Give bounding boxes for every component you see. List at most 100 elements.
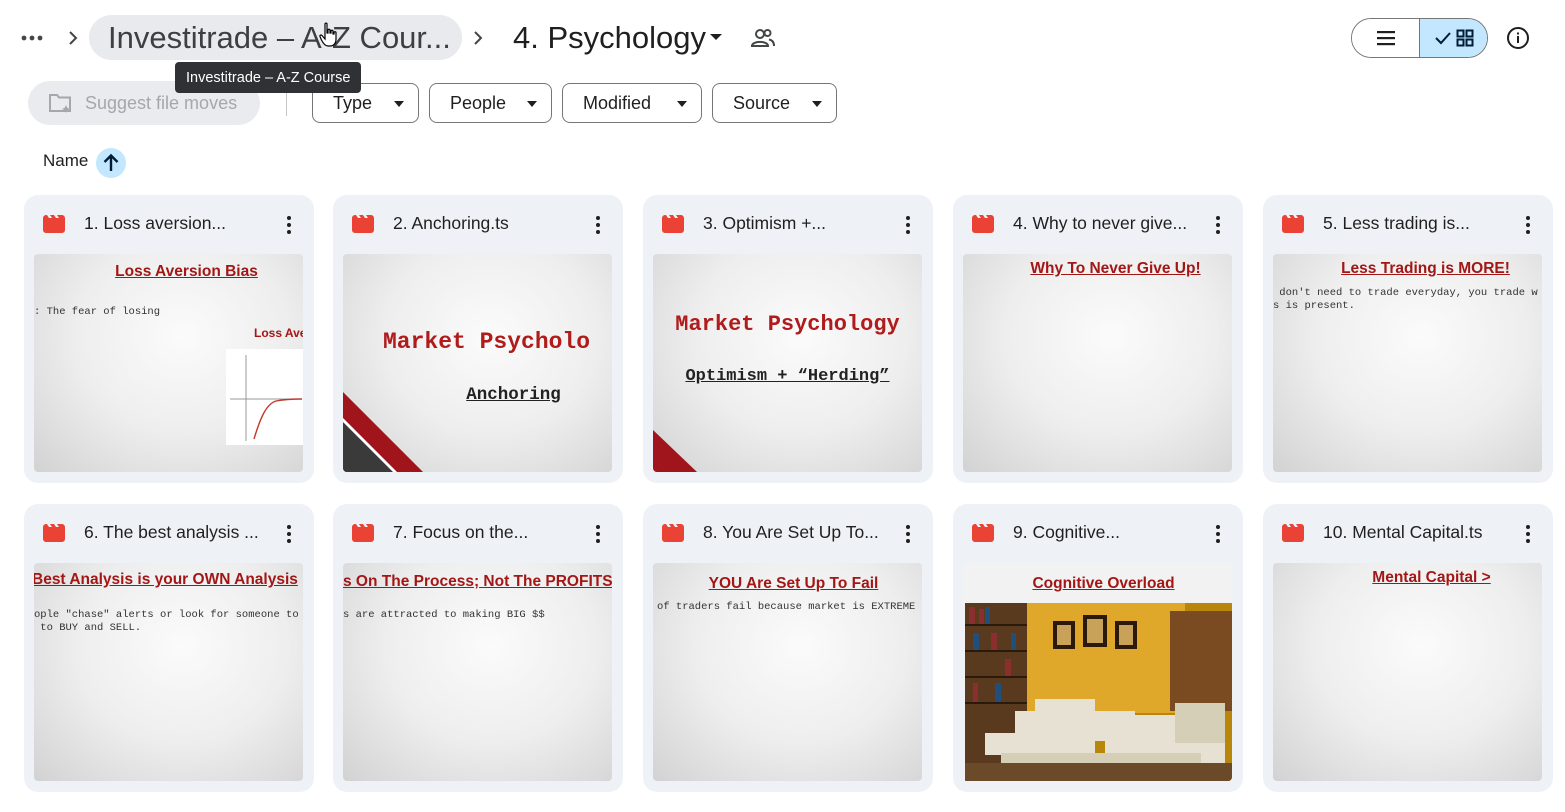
more-actions-button[interactable] [1517,522,1539,546]
file-card-header: 10. Mental Capital.ts [1263,504,1553,562]
file-card-header: 7. Focus on the... [333,504,623,562]
more-actions-button[interactable] [897,213,919,237]
file-card[interactable]: 6. The best analysis ... Best Analysis i… [24,504,314,792]
file-card[interactable]: 8. You Are Set Up To... YOU Are Set Up T… [643,504,933,792]
slide-title: Market Psychology [675,312,900,337]
slide-title: Best Analysis is your OWN Analysis [34,571,298,588]
file-card-header: 3. Optimism +... [643,195,933,253]
file-card[interactable]: 10. Mental Capital.ts Mental Capital > [1263,504,1553,792]
file-name: 8. You Are Set Up To... [703,522,879,542]
more-actions-button[interactable] [1517,213,1539,237]
people-filter-chip[interactable]: People [429,83,552,123]
file-thumbnail[interactable]: Mental Capital > [1273,563,1542,781]
file-card-header: 9. Cognitive... [953,504,1243,562]
video-file-icon [662,215,684,233]
divider [286,90,287,116]
cluttered-room-photo [965,603,1232,781]
breadcrumb-tooltip: Investitrade – A-Z Course [175,62,362,93]
more-actions-button[interactable] [1207,213,1229,237]
breadcrumb-current-label: 4. Psychology [513,19,706,55]
file-card-header: 6. The best analysis ... [24,504,314,562]
slide-title: Cognitive Overload [1032,575,1175,592]
file-thumbnail[interactable]: s On The Process; Not The PROFITS s are … [343,563,612,781]
video-file-icon [972,524,994,542]
video-file-icon [972,215,994,233]
more-actions-button[interactable] [587,213,609,237]
view-toggle [1351,18,1488,58]
file-name: 9. Cognitive... [1013,522,1120,542]
sort-direction-button[interactable] [96,148,126,178]
modified-filter-chip[interactable]: Modified [562,83,702,123]
arrow-up-icon [103,153,119,171]
chip-label: Type [333,92,373,113]
file-name: 1. Loss aversion... [84,213,227,233]
tooltip-text: Investitrade – A-Z Course [186,69,351,86]
file-name: 6. The best analysis ... [84,522,259,542]
file-thumbnail[interactable]: Market Psycholo Anchoring [343,254,612,472]
slide-corner-decoration [343,392,423,472]
video-file-icon [1282,215,1304,233]
file-card-header: 1. Loss aversion... [24,195,314,253]
file-name: 7. Focus on the... [393,522,529,542]
chevron-right-icon [469,26,487,50]
more-actions-button[interactable] [587,522,609,546]
more-breadcrumbs-button[interactable] [16,22,48,54]
breadcrumb-parent-folder[interactable]: Investitrade – A-Z Cour... [89,15,462,60]
file-card[interactable]: 7. Focus on the... s On The Process; Not… [333,504,623,792]
grid-view-button[interactable] [1420,19,1487,57]
slide-title: Loss Aversion Bias [115,263,258,280]
file-thumbnail[interactable]: YOU Are Set Up To Fail of traders fail b… [653,563,922,781]
breadcrumb-current-folder[interactable]: 4. Psychology [513,15,706,60]
info-icon [1507,27,1529,49]
sort-by-name-label[interactable]: Name [43,151,88,171]
file-thumbnail[interactable]: Loss Aversion Bias : The fear of losing … [34,254,303,472]
slide-text: don't need to trade everyday, you trade … [1273,287,1538,312]
file-thumbnail[interactable]: Market Psychology Optimism + “Herding” [653,254,922,472]
file-thumbnail[interactable]: Cognitive Overload [963,563,1232,781]
file-name: 2. Anchoring.ts [393,213,509,233]
more-actions-button[interactable] [278,522,300,546]
more-actions-button[interactable] [278,213,300,237]
video-file-icon [43,215,65,233]
details-button[interactable] [1502,22,1534,54]
slide-corner-decoration [653,430,697,472]
breadcrumb-parent-label: Investitrade – A-Z Cour... [108,19,451,55]
file-card[interactable]: 5. Less trading is... Less Trading is MO… [1263,195,1553,483]
list-view-button[interactable] [1352,19,1420,57]
slide-chart [226,349,303,445]
file-thumbnail[interactable]: Best Analysis is your OWN Analysis ople … [34,563,303,781]
caret-down-icon [394,101,404,107]
slide-subtitle: Optimism + “Herding” [685,367,890,386]
chevron-right-icon [64,26,82,50]
more-actions-button[interactable] [1207,522,1229,546]
file-card-header: 8. You Are Set Up To... [643,504,933,562]
file-card[interactable]: 2. Anchoring.ts Market Psycholo Anchorin… [333,195,623,483]
caret-down-icon [812,101,822,107]
file-card-header: 5. Less trading is... [1263,195,1553,253]
video-file-icon [43,524,65,542]
source-filter-chip[interactable]: Source [712,83,837,123]
file-card[interactable]: 3. Optimism +... Market Psychology Optim… [643,195,933,483]
suggest-file-moves-label: Suggest file moves [85,92,238,113]
slide-title: s On The Process; Not The PROFITS [343,573,612,590]
slide-title: Mental Capital > [1372,569,1491,586]
file-thumbnail[interactable]: Why To Never Give Up! [963,254,1232,472]
shared-people-icon[interactable] [749,24,777,52]
chip-label: Source [733,92,791,113]
list-icon [1376,31,1395,46]
slide-text: : The fear of losing [34,306,161,318]
slide-title: YOU Are Set Up To Fail [708,575,879,592]
file-card[interactable]: 1. Loss aversion... Loss Aversion Bias :… [24,195,314,483]
more-actions-button[interactable] [897,522,919,546]
chip-label: Modified [583,92,652,113]
file-name: 4. Why to never give... [1013,213,1188,233]
caret-down-icon [677,101,687,107]
slide-text: s are attracted to making BIG $$ [343,609,545,621]
video-file-icon [352,215,374,233]
caret-down-icon[interactable] [707,28,725,46]
file-card[interactable]: 4. Why to never give... Why To Never Giv… [953,195,1243,483]
video-file-icon [1282,524,1304,542]
file-thumbnail[interactable]: Less Trading is MORE! don't need to trad… [1273,254,1542,472]
file-card[interactable]: 9. Cognitive... Cognitive Overload [953,504,1243,792]
file-card-header: 4. Why to never give... [953,195,1243,253]
